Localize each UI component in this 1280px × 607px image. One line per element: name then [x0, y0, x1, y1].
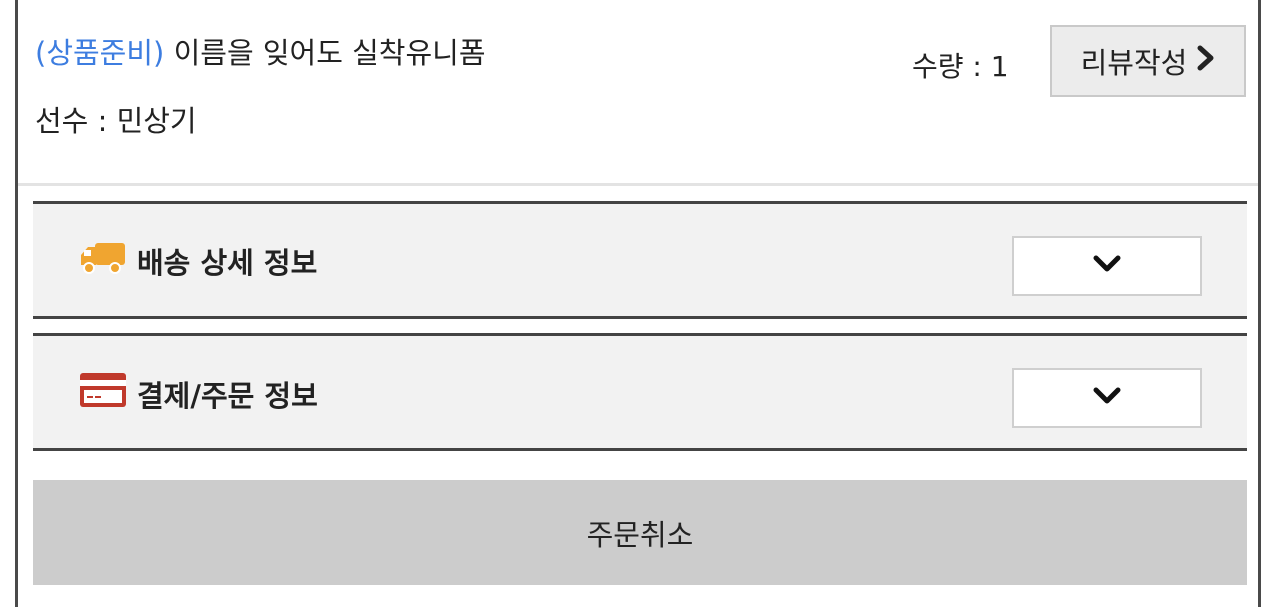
player-option: 선수 : 민상기: [35, 104, 197, 138]
quantity-label: 수량 : 1: [912, 50, 1009, 83]
product-name: 이름을 잊어도 실착유니폼: [173, 36, 486, 70]
shipping-details-section[interactable]: 배송 상세 정보: [33, 201, 1247, 319]
payment-order-header: 결제/주문 정보: [79, 372, 318, 415]
order-status: (상품준비): [35, 36, 165, 70]
write-review-button[interactable]: 리뷰작성: [1050, 25, 1246, 97]
chevron-right-icon: [1197, 44, 1215, 79]
chevron-down-icon: [1092, 386, 1122, 410]
write-review-label: 리뷰작성: [1080, 46, 1188, 80]
cancel-order-button[interactable]: 주문취소: [33, 480, 1247, 585]
truck-icon: [79, 241, 127, 282]
credit-card-icon: [79, 372, 127, 415]
shipping-details-header: 배송 상세 정보: [79, 240, 317, 282]
cancel-order-label: 주문취소: [586, 517, 694, 552]
payment-order-title: 결제/주문 정보: [137, 378, 318, 413]
payment-order-toggle[interactable]: [1012, 368, 1202, 428]
payment-order-section[interactable]: 결제/주문 정보: [33, 333, 1247, 451]
shipping-details-toggle[interactable]: [1012, 236, 1202, 296]
chevron-down-icon: [1092, 254, 1122, 278]
divider: [18, 183, 1258, 186]
shipping-details-title: 배송 상세 정보: [137, 246, 318, 280]
product-title: (상품준비) 이름을 잊어도 실착유니폼: [35, 30, 486, 72]
